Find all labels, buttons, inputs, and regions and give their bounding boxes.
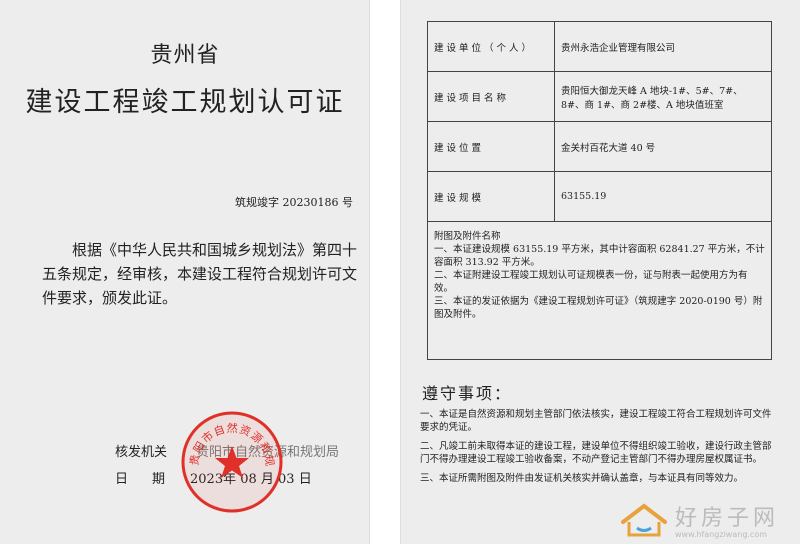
table-row: 附图及附件名称 一、本证建设规模 63155.19 平方米，其中计容面积 628… [427, 221, 772, 360]
site-watermark: 好房子网 www.hfangziwang.com [615, 497, 795, 541]
row-value: 63155.19 [554, 171, 772, 222]
issuer-label: 核发机关 [115, 445, 168, 460]
house-logo-icon [621, 503, 667, 537]
certificate-front-page: 贵州省 建设工程竣工规划认可证 筑规竣字 20230186 号 根据《中华人民共… [0, 0, 370, 544]
certificate-body-text: 根据《中华人民共和国城乡规划法》第四十五条规定，经审核，本建设工程符合规划许可文… [42, 241, 358, 307]
note-item: 二、本证附建设工程竣工规划认可证规模表一份，证与附表一起使用方为有效。 [434, 270, 748, 294]
watermark-url: www.hfangziwang.com [675, 530, 768, 539]
notes-title: 附图及附件名称 [434, 231, 501, 242]
watermark-text: 好房子网 [675, 506, 780, 531]
row-value: 贵州永浩企业管理有限公司 [554, 21, 772, 72]
table-row: 建设位置 金关村百花大道 40 号 [427, 121, 772, 172]
attachments-notes: 附图及附件名称 一、本证建设规模 63155.19 平方米，其中计容面积 628… [427, 221, 772, 360]
row-label: 建设单位（个人） [427, 21, 555, 72]
certificate-number: 筑规竣字 20230186 号 [235, 196, 353, 209]
row-label: 建设项目名称 [427, 71, 555, 122]
project-info-table: 建设单位（个人） 贵州永浩企业管理有限公司 建设项目名称 贵阳恒大御龙天峰 A … [427, 21, 772, 360]
row-label: 建设位置 [427, 121, 555, 172]
date-label: 日期 [115, 472, 190, 487]
table-row: 建设项目名称 贵阳恒大御龙天峰 A 地块-1#、5#、7#、8#、商 1#、商 … [427, 71, 772, 122]
certificate-title: 建设工程竣工规划认可证 [25, 87, 345, 118]
observe-list: 一、本证是自然资源和规划主管部门依法核实，建设工程竣工符合工程规划许可文件要求的… [420, 408, 772, 491]
official-seal-icon: 贵阳市自然资源和规划局 [180, 410, 283, 513]
table-row: 建设规模 63155.19 [427, 171, 772, 222]
observe-item: 三、本证所需附图及附件由发证机关核实并确认盖章，与本证具有同等效力。 [420, 473, 744, 484]
row-label: 建设规模 [427, 171, 555, 222]
row-value: 贵阳恒大御龙天峰 A 地块-1#、5#、7#、8#、商 1#、商 2#楼、A 地… [554, 71, 772, 122]
observe-item: 一、本证是自然资源和规划主管部门依法核实，建设工程竣工符合工程规划许可文件要求的… [420, 409, 772, 433]
note-item: 一、本证建设规模 63155.19 平方米，其中计容面积 62841.27 平方… [434, 244, 765, 268]
province-heading: 贵州省 [150, 43, 220, 68]
observe-item: 二、凡竣工前未取得本证的建设工程，建设单位不得组织竣工验收，建设行政主管部门不得… [420, 441, 772, 465]
observe-title: 遵守事项： [422, 384, 513, 403]
row-value: 金关村百花大道 40 号 [554, 121, 772, 172]
table-row: 建设单位（个人） 贵州永浩企业管理有限公司 [427, 21, 772, 72]
note-item: 三、本证的发证依据为《建设工程规划许可证》（筑规建字 2020-0190 号）附… [434, 296, 763, 320]
